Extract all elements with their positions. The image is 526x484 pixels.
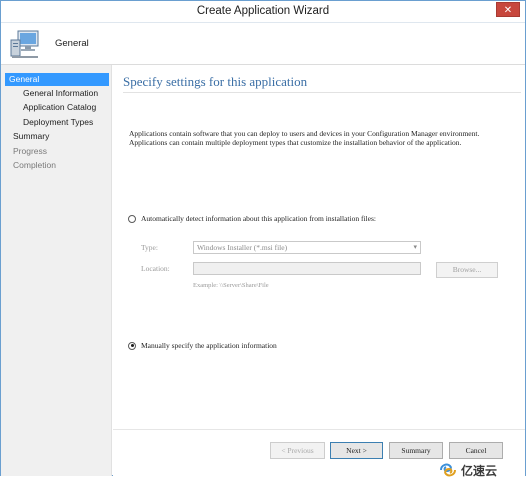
computer-monitor-icon: [10, 30, 39, 58]
nav-item-application-catalog[interactable]: Application Catalog: [23, 101, 96, 114]
auto-detect-label: Automatically detect information about t…: [141, 214, 376, 223]
summary-button[interactable]: Summary: [389, 442, 443, 459]
location-input[interactable]: [193, 262, 421, 275]
auto-detect-radio[interactable]: [128, 214, 136, 223]
browse-button[interactable]: Browse...: [436, 262, 498, 278]
previous-button[interactable]: < Previous: [270, 442, 325, 459]
title-bar: Create Application Wizard ✕: [1, 1, 525, 23]
nav-item-completion: Completion: [13, 160, 56, 170]
heading-divider: [123, 92, 521, 93]
location-example: Example: \\Server\Share\File: [193, 282, 269, 289]
close-button[interactable]: ✕: [496, 2, 520, 17]
page-heading: Specify settings for this application: [123, 74, 308, 89]
type-value: Windows Installer (*.msi file): [197, 243, 288, 252]
footer-divider: [113, 429, 525, 430]
watermark-logo-icon: [440, 463, 456, 477]
manual-label: Manually specify the application informa…: [141, 341, 277, 350]
manual-option[interactable]: Manually specify the application informa…: [128, 341, 277, 350]
manual-radio[interactable]: [128, 341, 136, 350]
wizard-nav: General General Information Application …: [1, 65, 112, 476]
nav-item-progress: Progress: [13, 146, 48, 156]
wizard-window: Create Application Wizard ✕ General Gene…: [0, 0, 526, 476]
wizard-content: Specify settings for this application Ap…: [113, 65, 525, 476]
type-label: Type:: [141, 243, 158, 252]
nav-item-general[interactable]: General: [5, 73, 109, 86]
page-description: Applications contain software that you c…: [129, 129, 480, 147]
nav-item-deployment-types[interactable]: Deployment Types: [23, 116, 93, 129]
watermark: 亿速云: [438, 461, 497, 479]
watermark-text: 亿速云: [461, 463, 498, 478]
nav-item-summary[interactable]: Summary: [13, 130, 49, 143]
wizard-header: General: [1, 23, 525, 65]
next-button[interactable]: Next >: [330, 442, 383, 459]
header-title: General: [55, 38, 89, 49]
chevron-down-icon: ▾: [413, 243, 417, 251]
auto-detect-option[interactable]: Automatically detect information about t…: [128, 214, 376, 223]
location-label: Location:: [141, 264, 170, 273]
window-title: Create Application Wizard: [196, 5, 330, 17]
nav-item-general-information[interactable]: General Information: [23, 87, 98, 100]
cancel-button[interactable]: Cancel: [449, 442, 503, 459]
type-dropdown[interactable]: Windows Installer (*.msi file) ▾: [193, 241, 421, 254]
